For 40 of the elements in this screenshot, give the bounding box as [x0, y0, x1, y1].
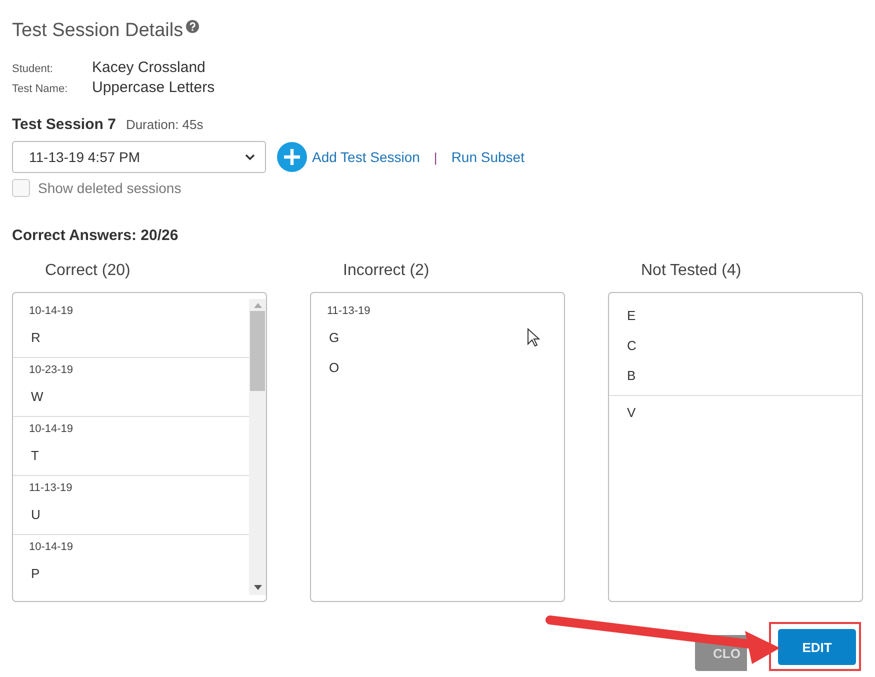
duration-text: Duration: 45s: [126, 117, 204, 132]
letter-item[interactable]: C: [625, 331, 862, 361]
letter-item[interactable]: E: [625, 301, 862, 331]
separator: |: [434, 150, 438, 164]
session-title: Test Session 7: [12, 116, 116, 133]
add-icon[interactable]: [277, 142, 307, 172]
field-label: Test Name:: [12, 83, 69, 95]
date-label: 11-13-19: [327, 305, 372, 319]
column-heading: Not Tested (4): [640, 262, 742, 281]
column-heading: Correct (20): [44, 262, 132, 281]
letter-item[interactable]: W: [29, 382, 249, 412]
field-value: Kacey Crossland: [92, 59, 206, 76]
summary-text: Correct Answers: 20/26: [12, 227, 180, 244]
edit-button[interactable]: EDIT: [778, 629, 856, 665]
pointer-icon: [527, 328, 540, 347]
letter-item[interactable]: R: [29, 323, 249, 353]
letter-item[interactable]: G: [327, 323, 564, 353]
column-heading: Incorrect (2): [342, 262, 430, 281]
date-label: 10-14-19: [29, 541, 74, 555]
date-label: 11-13-19: [29, 482, 74, 496]
letter-item[interactable]: U: [29, 500, 249, 530]
letter-item[interactable]: B: [625, 361, 862, 391]
date-label: 10-23-19: [29, 364, 74, 378]
field-label: Student:: [12, 63, 54, 75]
checkbox[interactable]: [12, 179, 30, 197]
field-value: Uppercase Letters: [92, 79, 215, 96]
letter-item[interactable]: T: [29, 441, 249, 471]
chevron-icon: [245, 154, 255, 160]
date-label: 10-14-19: [29, 423, 74, 437]
session-dropdown[interactable]: 11-13-19 4:57 PM: [12, 141, 266, 173]
checkbox-label: Show deleted sessions: [38, 180, 182, 196]
letter-item[interactable]: O: [327, 353, 564, 383]
add-session-link[interactable]: Add Test Session: [312, 149, 420, 165]
date-label: 10-14-19: [29, 305, 74, 319]
letter-item[interactable]: V: [625, 398, 862, 428]
letter-item[interactable]: P: [29, 559, 249, 589]
help-icon[interactable]: [186, 20, 200, 33]
run-subset-link[interactable]: Run Subset: [451, 149, 524, 165]
page-title: Test Session Details: [12, 20, 184, 42]
scrollbar[interactable]: [249, 299, 266, 595]
